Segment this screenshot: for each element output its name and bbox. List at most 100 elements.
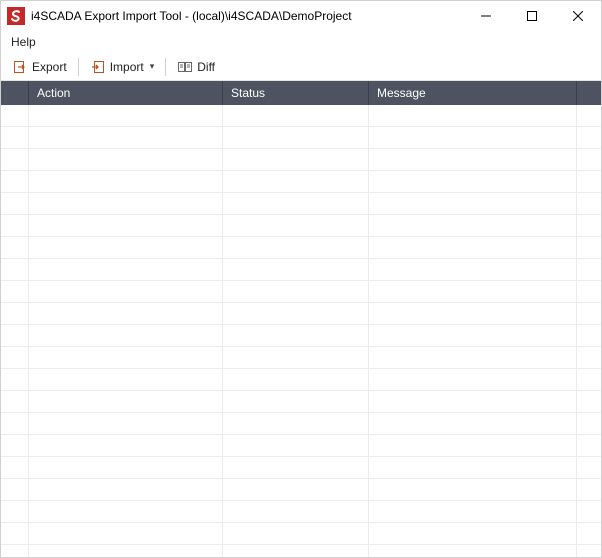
maximize-button[interactable] [509,1,555,31]
table-row[interactable] [1,281,601,303]
import-icon [90,59,106,75]
table-cell [223,259,369,280]
column-selector[interactable] [1,81,29,105]
table-cell [29,259,223,280]
table-row[interactable] [1,479,601,501]
table-cell [29,391,223,412]
import-button[interactable]: Import ▾ [83,56,162,78]
table-row[interactable] [1,237,601,259]
table-row[interactable] [1,127,601,149]
table-row[interactable] [1,369,601,391]
table-cell [369,523,577,544]
table-row[interactable] [1,259,601,281]
table-row[interactable] [1,105,601,127]
grid: Action Status Message [1,81,601,557]
table-cell [577,545,601,557]
table-cell [1,479,29,500]
menu-bar: Help [1,31,601,53]
table-cell [369,303,577,324]
table-cell [577,127,601,148]
table-cell [1,369,29,390]
table-cell [577,523,601,544]
table-cell [29,127,223,148]
table-cell [223,127,369,148]
table-cell [369,391,577,412]
table-cell [29,413,223,434]
table-cell [29,479,223,500]
table-cell [1,435,29,456]
table-cell [369,171,577,192]
table-cell [223,523,369,544]
table-cell [223,369,369,390]
table-cell [369,545,577,557]
table-row[interactable] [1,435,601,457]
diff-icon [177,59,193,75]
table-cell [1,347,29,368]
table-cell [577,215,601,236]
table-cell [29,105,223,126]
table-row[interactable] [1,523,601,545]
table-row[interactable] [1,391,601,413]
table-cell [577,259,601,280]
table-cell [223,457,369,478]
export-label: Export [32,60,67,74]
table-cell [223,479,369,500]
table-row[interactable] [1,325,601,347]
table-row[interactable] [1,171,601,193]
table-cell [1,171,29,192]
minimize-button[interactable] [463,1,509,31]
table-row[interactable] [1,149,601,171]
table-cell [577,347,601,368]
table-cell [1,325,29,346]
toolbar-separator [165,58,166,76]
table-cell [369,237,577,258]
table-cell [223,215,369,236]
table-cell [223,501,369,522]
table-cell [29,435,223,456]
export-icon [12,59,28,75]
diff-label: Diff [197,60,215,74]
table-row[interactable] [1,501,601,523]
table-row[interactable] [1,413,601,435]
table-cell [223,347,369,368]
table-row[interactable] [1,457,601,479]
column-header-message[interactable]: Message [369,81,577,105]
table-cell [223,237,369,258]
window-controls [463,1,601,31]
table-cell [369,413,577,434]
table-cell [223,149,369,170]
table-cell [369,325,577,346]
table-cell [223,281,369,302]
close-button[interactable] [555,1,601,31]
table-cell [223,171,369,192]
table-cell [577,479,601,500]
table-cell [1,105,29,126]
table-cell [29,193,223,214]
table-cell [369,215,577,236]
table-cell [577,193,601,214]
diff-button[interactable]: Diff [170,56,222,78]
table-row[interactable] [1,303,601,325]
column-header-pad [577,81,601,105]
column-header-action[interactable]: Action [29,81,223,105]
menu-help[interactable]: Help [5,33,42,51]
table-cell [29,325,223,346]
table-cell [29,501,223,522]
table-cell [29,523,223,544]
table-cell [29,457,223,478]
table-cell [1,193,29,214]
title-bar: i4SCADA Export Import Tool - (local)\i4S… [1,1,601,31]
table-cell [369,435,577,456]
table-row[interactable] [1,193,601,215]
grid-body[interactable] [1,105,601,557]
table-row[interactable] [1,347,601,369]
chevron-down-icon: ▾ [150,61,155,72]
table-row[interactable] [1,215,601,237]
toolbar-separator [78,58,79,76]
table-cell [29,369,223,390]
export-button[interactable]: Export [5,56,74,78]
table-cell [577,171,601,192]
table-row[interactable] [1,545,601,557]
table-cell [223,325,369,346]
column-header-status[interactable]: Status [223,81,369,105]
